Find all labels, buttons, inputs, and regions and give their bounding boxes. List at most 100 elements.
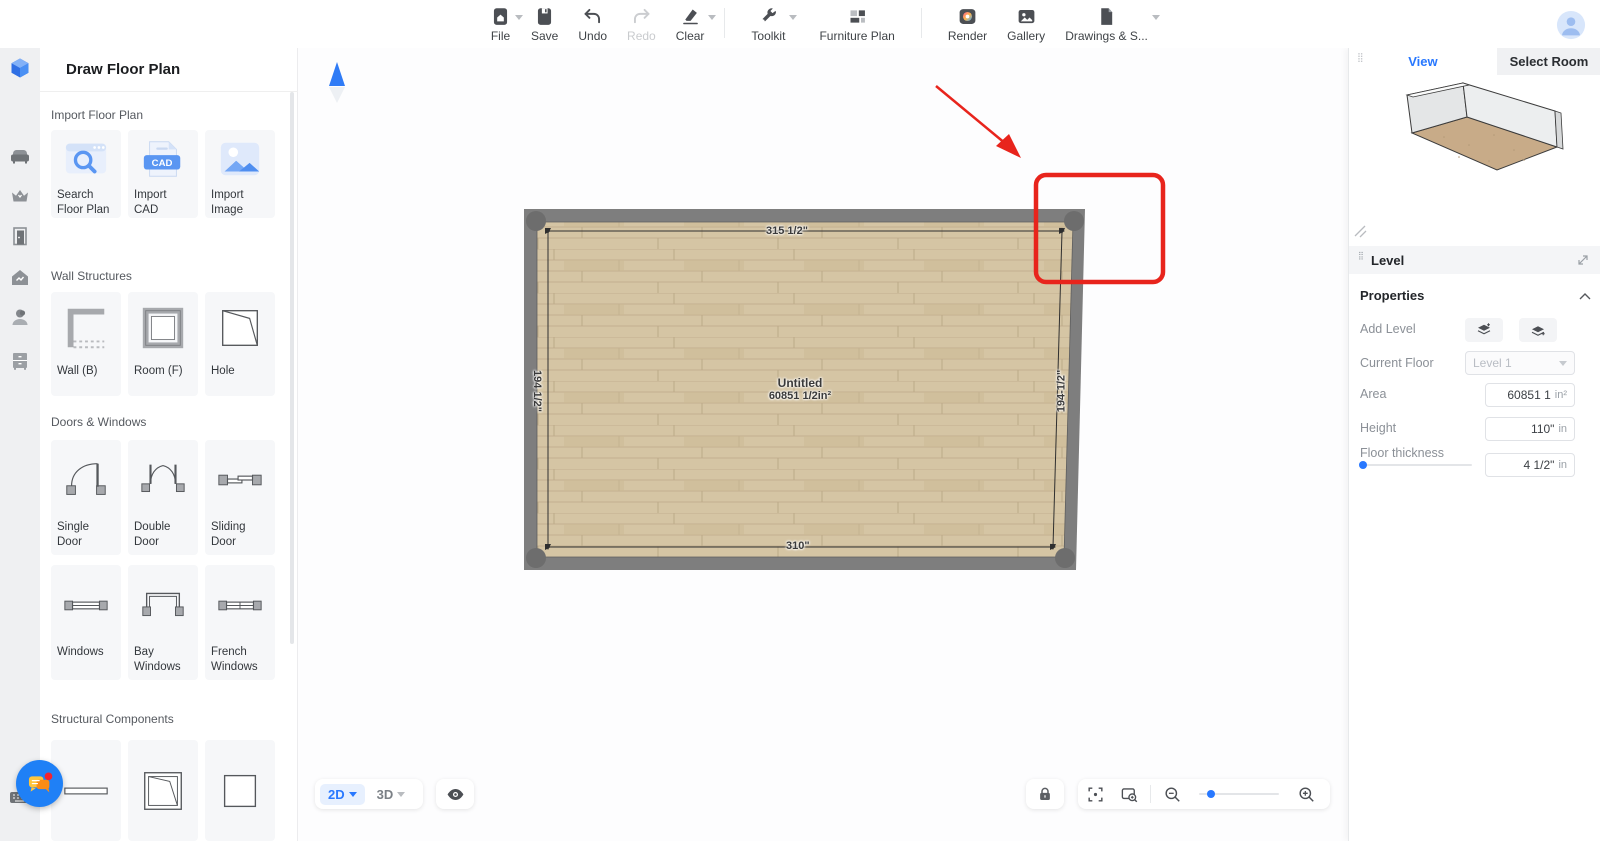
tile-single-door[interactable]: Single Door [51,440,121,555]
wall-corner-handle[interactable] [1064,211,1084,231]
dimension-bottom: 310" [786,540,810,552]
section-doors-windows: Doors & Windows [51,415,146,429]
rail-item-furniture[interactable] [8,144,32,168]
tile-label: Import Image [205,188,275,226]
collapse-chevron-icon[interactable] [1579,292,1591,302]
tab-select-room[interactable]: Select Room [1497,48,1600,75]
height-field[interactable]: 110" in [1485,417,1575,441]
expand-panel-icon[interactable] [1577,254,1589,266]
panel-header: Draw Floor Plan [40,48,298,92]
zoom-region-button[interactable] [1112,779,1146,809]
level-title: Level [1371,253,1404,268]
rail-item-rooms[interactable] [8,265,32,289]
rail-item-floorplan[interactable] [8,56,32,80]
tile-structural-hole[interactable] [128,740,198,841]
tile-wall-b[interactable]: Wall (B) [51,292,121,396]
floor-thickness-field[interactable]: 4 1/2" in [1485,453,1575,477]
room-name: Untitled [730,376,870,390]
tile-hole[interactable]: Hole [205,292,275,396]
section-wall-structures: Wall Structures [51,269,132,283]
toolkit-button[interactable]: Toolkit [751,0,785,43]
tile-label: Import CAD [128,188,198,226]
tile-label: Room (F) [128,364,198,387]
rail-item-account[interactable] [8,305,32,329]
undo-button[interactable]: Undo [578,0,607,43]
redo-button[interactable]: Redo [627,0,656,43]
fit-to-screen-button[interactable] [1078,779,1112,809]
tile-label: Double Door [128,520,198,558]
zoom-in-icon [1297,785,1316,804]
crown-icon [8,184,32,208]
clear-button[interactable]: Clear [676,0,705,43]
file-button[interactable]: File [490,0,511,43]
wall-corner-handle[interactable] [526,211,546,231]
redo-label: Redo [627,29,656,43]
tile-search-floor-plan[interactable]: Search Floor Plan [51,130,121,218]
preview-resize-handle-icon[interactable] [1353,224,1367,238]
tile-label: Search Floor Plan [51,188,121,226]
wall-corner-handle[interactable] [1055,548,1075,568]
support-chat-button[interactable] [16,760,63,807]
tile-windows[interactable]: Windows [51,565,121,680]
zoom-slider[interactable] [1199,793,1279,795]
tile-double-door[interactable]: Double Door [128,440,198,555]
gallery-button[interactable]: Gallery [1007,0,1045,43]
rail-item-premium[interactable] [8,184,32,208]
tile-label: French Windows [205,645,275,683]
drawings-button[interactable]: Drawings & S... [1065,0,1148,43]
top-toolbar: File Save Undo Redo Clear [0,0,1600,48]
view-mode-toggle: 2D 3D [315,779,423,809]
add-layer-up-icon [1475,321,1493,339]
tile-structural-column[interactable] [205,740,275,841]
tile-sliding-door[interactable]: Sliding Door [205,440,275,555]
tab-view[interactable]: View [1349,48,1497,75]
add-level-above-button[interactable] [1465,318,1503,342]
mode-2d-button[interactable]: 2D [320,784,365,805]
tile-import-cad[interactable]: CAD Import CAD [128,130,198,218]
zoom-out-button[interactable] [1155,779,1189,809]
tile-label: Windows [51,645,121,668]
lock-button[interactable] [1026,779,1064,809]
svg-text:CAD: CAD [152,158,173,169]
tile-import-image[interactable]: Import Image [205,130,275,218]
mode-3d-button[interactable]: 3D [369,784,414,805]
zoom-out-icon [1163,785,1182,804]
tile-room-f[interactable]: Room (F) [128,292,198,396]
area-field[interactable]: 60851 1 in² [1485,383,1575,407]
view-tabs: View Select Room [1349,48,1600,75]
room-label[interactable]: Untitled 60851 1/2in² [730,376,870,402]
wall-corner-handle[interactable] [526,548,546,568]
save-button[interactable]: Save [531,0,558,43]
eye-icon [446,785,465,804]
cube-icon [8,56,32,80]
zoom-in-button[interactable] [1289,779,1323,809]
room-3d-preview[interactable] [1349,75,1600,235]
tile-french-windows[interactable]: French Windows [205,565,275,680]
visibility-button[interactable] [436,779,474,809]
level-header[interactable]: ⣿ Level [1349,246,1600,274]
panel-scrollbar[interactable] [290,92,294,644]
floor-thickness-unit: in [1558,459,1567,471]
render-button[interactable]: Render [948,0,987,43]
toolbar-separator [724,8,725,38]
current-floor-select[interactable]: Level 1 [1465,351,1575,375]
avatar[interactable] [1556,10,1586,40]
document-icon [1096,6,1117,27]
slider-thumb[interactable] [1359,461,1367,469]
level-drag-handle-icon[interactable]: ⣿ [1358,254,1364,258]
zoom-slider-thumb[interactable] [1207,790,1215,798]
floor-plan-app: File Save Undo Redo Clear [0,0,1600,841]
rail-item-storage[interactable] [8,349,32,373]
floor-thickness-slider[interactable] [1360,464,1472,466]
height-value: 110" [1531,422,1554,436]
rail-item-doors[interactable] [8,224,32,248]
add-level-below-button[interactable] [1519,318,1557,342]
furniture-plan-label: Furniture Plan [819,29,894,43]
current-floor-label: Current Floor [1360,356,1434,370]
furniture-plan-button[interactable]: Furniture Plan [819,0,894,43]
single-door-icon [51,440,121,520]
render-label: Render [948,29,987,43]
tile-bay-windows[interactable]: Bay Windows [128,565,198,680]
furniture-plan-icon [847,6,868,27]
panel-drag-handle-icon[interactable]: ⣿ [1357,55,1367,69]
